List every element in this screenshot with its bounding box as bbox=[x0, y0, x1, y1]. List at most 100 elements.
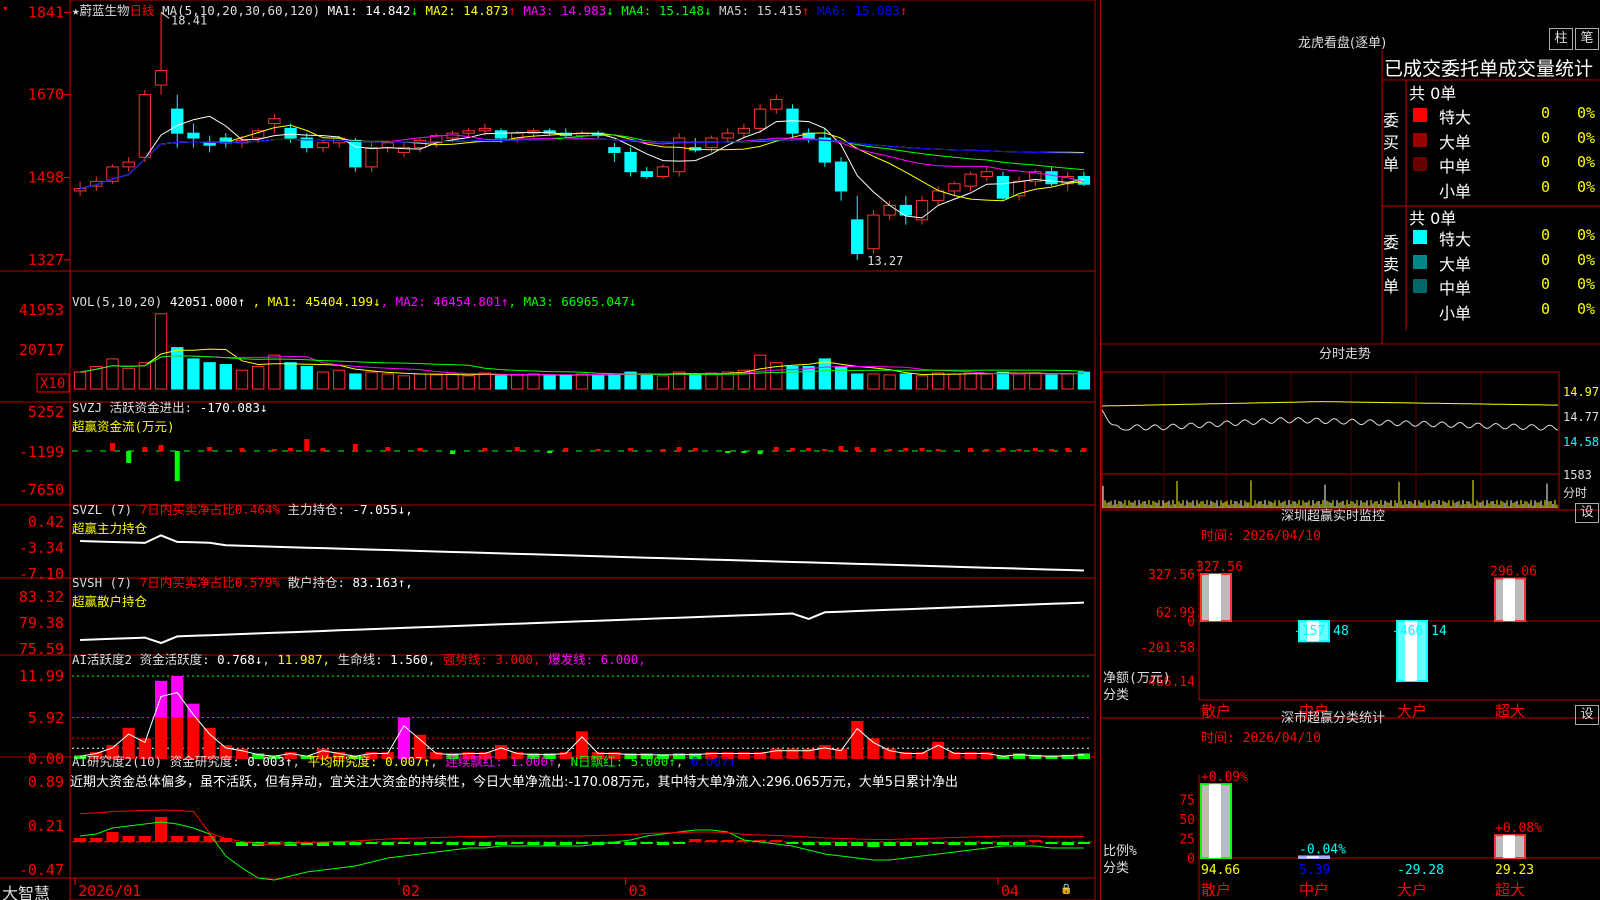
volume-bar[interactable] bbox=[413, 373, 427, 390]
volume-bar[interactable] bbox=[106, 358, 119, 390]
star-icon[interactable]: ★ bbox=[72, 3, 80, 18]
candle[interactable] bbox=[268, 113, 281, 134]
candle[interactable] bbox=[203, 135, 216, 153]
candle[interactable] bbox=[122, 157, 135, 172]
volume-bar[interactable] bbox=[430, 374, 443, 390]
volume-bar[interactable] bbox=[802, 365, 815, 390]
candle[interactable] bbox=[1077, 171, 1091, 187]
candle[interactable] bbox=[171, 94, 184, 148]
candle[interactable] bbox=[656, 164, 670, 179]
stock-name[interactable]: 蔚蓝生物 bbox=[80, 3, 130, 18]
volume-bar[interactable] bbox=[332, 369, 346, 390]
volume-bar[interactable] bbox=[235, 369, 249, 390]
candle[interactable] bbox=[851, 195, 864, 260]
candle[interactable] bbox=[802, 128, 815, 143]
volume-bar[interactable] bbox=[543, 375, 556, 390]
volume-bar[interactable] bbox=[511, 374, 524, 390]
candle[interactable] bbox=[316, 140, 330, 153]
candle[interactable] bbox=[867, 210, 880, 254]
candle[interactable] bbox=[996, 171, 1010, 201]
volume-bar[interactable] bbox=[964, 371, 977, 390]
volume-bar[interactable] bbox=[527, 373, 540, 390]
candle[interactable] bbox=[948, 181, 961, 196]
candle[interactable] bbox=[300, 133, 313, 153]
volume-bar[interactable] bbox=[559, 374, 572, 390]
volume-bar[interactable] bbox=[268, 354, 281, 390]
classify-bar[interactable] bbox=[1494, 834, 1526, 860]
candle[interactable] bbox=[932, 186, 945, 206]
monitor-settings-button[interactable]: 设 bbox=[1575, 503, 1599, 523]
volume-bar[interactable] bbox=[1029, 372, 1042, 390]
volume-bar[interactable] bbox=[300, 365, 313, 390]
classify-bar[interactable] bbox=[1200, 783, 1232, 860]
volume-bar[interactable] bbox=[73, 371, 87, 390]
volume-bar[interactable] bbox=[592, 375, 605, 390]
candle[interactable] bbox=[397, 142, 411, 158]
candle[interactable] bbox=[608, 142, 621, 163]
volume-bar[interactable] bbox=[883, 374, 896, 390]
monitor-bar[interactable] bbox=[1494, 577, 1526, 622]
volume-bar[interactable] bbox=[899, 373, 912, 390]
volume-bar[interactable] bbox=[575, 373, 589, 390]
volume-bar[interactable] bbox=[203, 362, 216, 390]
candle[interactable] bbox=[187, 123, 200, 148]
pin-icon[interactable]: ▾ bbox=[2, 2, 9, 15]
tick-mode-button[interactable]: 笔 bbox=[1575, 28, 1599, 50]
bar-mode-button[interactable]: 柱 bbox=[1549, 28, 1573, 50]
brand-logo[interactable]: 大智慧 bbox=[2, 880, 50, 900]
candle[interactable] bbox=[365, 142, 378, 172]
volume-bar[interactable] bbox=[948, 373, 961, 390]
volume-bar[interactable] bbox=[996, 371, 1010, 390]
volume-bar[interactable] bbox=[915, 375, 929, 390]
candle[interactable] bbox=[1045, 166, 1058, 187]
volume-bar[interactable] bbox=[1077, 371, 1091, 390]
volume-bar[interactable] bbox=[154, 313, 168, 390]
candle[interactable] bbox=[219, 133, 232, 148]
volume-bar[interactable] bbox=[818, 358, 832, 390]
monitor-bar[interactable] bbox=[1200, 573, 1232, 622]
period-label[interactable]: 日线 bbox=[130, 3, 155, 18]
volume-bar[interactable] bbox=[608, 373, 621, 390]
candle[interactable] bbox=[413, 138, 427, 153]
volume-bar[interactable] bbox=[1045, 374, 1058, 390]
volume-bar[interactable] bbox=[1061, 373, 1074, 390]
candle[interactable] bbox=[559, 128, 572, 138]
volume-bar[interactable] bbox=[494, 375, 508, 390]
volume-bar[interactable] bbox=[349, 373, 362, 390]
volume-bar[interactable] bbox=[980, 373, 993, 390]
candle[interactable] bbox=[689, 138, 702, 153]
volume-bar[interactable] bbox=[656, 375, 670, 390]
candle[interactable] bbox=[430, 133, 443, 148]
volume-bar[interactable] bbox=[705, 372, 718, 390]
candle[interactable] bbox=[899, 195, 912, 225]
candle[interactable] bbox=[1029, 169, 1042, 187]
volume-bar[interactable] bbox=[932, 372, 945, 390]
volume-bar[interactable] bbox=[187, 358, 200, 390]
volume-bar[interactable] bbox=[381, 373, 394, 390]
volume-bar[interactable] bbox=[478, 372, 492, 390]
volume-bar[interactable] bbox=[284, 362, 297, 390]
candle[interactable] bbox=[915, 195, 929, 225]
volume-bar[interactable] bbox=[462, 375, 475, 390]
volume-bar[interactable] bbox=[122, 367, 135, 390]
candle[interactable] bbox=[624, 147, 637, 177]
candle[interactable] bbox=[640, 166, 653, 179]
lock-icon[interactable]: 🔒 bbox=[1060, 884, 1072, 895]
classify-settings-button[interactable]: 设 bbox=[1575, 705, 1599, 725]
volume-bar[interactable] bbox=[851, 373, 864, 390]
chart-area[interactable]: 1841 1670 1498 1327 18.41 13.27 41953 20717 X10 5… bbox=[0, 0, 1100, 900]
candle[interactable] bbox=[721, 128, 734, 143]
candle[interactable] bbox=[349, 138, 362, 172]
volume-bar[interactable] bbox=[219, 364, 232, 390]
volume-bar[interactable] bbox=[834, 365, 848, 390]
volume-bar[interactable] bbox=[138, 362, 152, 390]
volume-bar[interactable] bbox=[689, 373, 702, 390]
volume-bar[interactable] bbox=[171, 347, 184, 390]
candle[interactable] bbox=[138, 89, 152, 163]
candle[interactable] bbox=[770, 94, 783, 114]
candle[interactable] bbox=[883, 200, 896, 220]
candle[interactable] bbox=[1012, 176, 1026, 201]
volume-bar[interactable] bbox=[365, 371, 378, 390]
volume-bar[interactable] bbox=[252, 365, 265, 390]
volume-bar[interactable] bbox=[1012, 373, 1026, 390]
